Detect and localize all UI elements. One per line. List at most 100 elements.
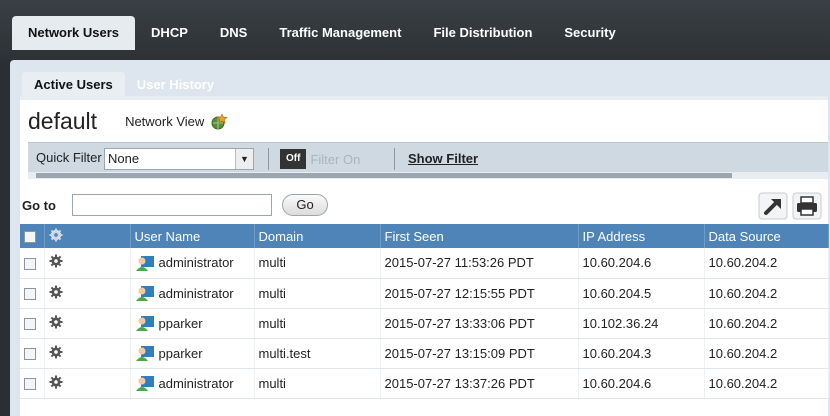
table-row[interactable]: administrator multi 2015-07-27 12:15:55 PD… <box>20 278 829 309</box>
row-actions-cell <box>44 308 131 339</box>
row-checkbox[interactable] <box>24 257 36 270</box>
user-name-cell: pparker <box>130 338 255 369</box>
gear-icon[interactable] <box>49 228 63 242</box>
select-all-column <box>20 224 45 248</box>
separator <box>394 148 395 170</box>
row-actions-cell <box>44 368 131 399</box>
gear-icon[interactable] <box>49 254 63 268</box>
network-view-label: Network View <box>125 114 205 129</box>
domain-cell: multi.test <box>254 338 381 369</box>
quick-filter-value: None <box>108 151 140 166</box>
tab-dns[interactable]: DNS <box>204 16 263 50</box>
column-first-seen[interactable]: First Seen <box>380 224 579 248</box>
row-select-cell <box>20 338 45 369</box>
chevron-down-icon[interactable]: ▼ <box>235 149 253 169</box>
scrollbar-thumb[interactable] <box>36 173 732 178</box>
page-title: default <box>28 108 98 134</box>
table-row[interactable]: administrator multi 2015-07-27 11:53:26 PD… <box>20 248 829 279</box>
user-icon <box>135 255 154 271</box>
filter-on-state[interactable]: Filter On <box>306 152 360 167</box>
first-seen-cell: 2015-07-27 13:37:26 PDT <box>380 368 579 399</box>
data-source-cell: 10.60.204.2 <box>704 278 829 309</box>
first-seen-cell: 2015-07-27 13:15:09 PDT <box>380 338 579 369</box>
table-header: User Name Domain First Seen IP Address D… <box>20 224 829 248</box>
domain-cell: multi <box>254 248 381 279</box>
goto-label: Go to <box>22 198 56 213</box>
tab-network-users[interactable]: Network Users <box>12 16 136 50</box>
ip-address-cell: 10.102.36.24 <box>578 308 705 339</box>
column-user-name[interactable]: User Name <box>130 224 255 248</box>
active-users-pane: default Network View Quick Filter None ▼… <box>20 100 829 416</box>
row-actions-cell <box>44 248 131 279</box>
goto-input[interactable] <box>72 194 272 216</box>
filter-off-state[interactable]: Off <box>280 149 307 169</box>
user-name-cell: administrator <box>130 248 255 279</box>
title-row: default Network View <box>28 108 229 135</box>
select-all-checkbox[interactable] <box>24 231 36 244</box>
user-icon <box>135 286 154 301</box>
ip-address-cell: 10.60.204.6 <box>578 248 705 279</box>
column-data-source[interactable]: Data Source <box>704 224 829 248</box>
table-row[interactable]: administrator multi 2015-07-27 13:37:26 PD… <box>20 368 829 399</box>
quick-filter-select[interactable]: None ▼ <box>104 148 254 170</box>
top-navigation: Network Users DHCP DNS Traffic Managemen… <box>0 0 830 60</box>
gear-icon[interactable] <box>49 375 63 389</box>
user-name: administrator <box>158 375 234 391</box>
row-checkbox[interactable] <box>24 378 36 391</box>
domain-cell: multi <box>254 278 381 309</box>
gear-icon[interactable] <box>49 285 63 299</box>
data-source-cell: 10.60.204.2 <box>704 248 829 279</box>
go-button[interactable]: Go <box>282 194 328 216</box>
separator <box>268 148 269 170</box>
table-row[interactable]: pparker multi 2015-07-27 13:33:06 PDT 10.10… <box>20 308 829 339</box>
table-row[interactable]: pparker multi.test 2015-07-27 13:15:09 PDT… <box>20 338 829 369</box>
first-seen-cell: 2015-07-27 13:33:06 PDT <box>380 308 579 339</box>
tab-security[interactable]: Security <box>548 16 631 50</box>
tab-user-history[interactable]: User History <box>125 72 226 98</box>
first-seen-cell: 2015-07-27 12:15:55 PDT <box>380 278 579 309</box>
user-icon <box>135 376 154 391</box>
filter-toggle[interactable]: Off Filter On <box>280 149 360 169</box>
ip-address-cell: 10.60.204.5 <box>578 278 705 309</box>
data-source-cell: 10.60.204.2 <box>704 308 829 339</box>
sub-tabs: Active Users User History <box>22 72 226 98</box>
first-seen-cell: 2015-07-27 11:53:26 PDT <box>380 248 579 279</box>
row-checkbox[interactable] <box>24 288 36 301</box>
gear-icon[interactable] <box>49 345 63 359</box>
data-source-cell: 10.60.204.2 <box>704 338 829 369</box>
row-actions-cell <box>44 338 131 369</box>
actions-column <box>44 224 131 248</box>
quick-filter-label: Quick Filter <box>36 150 102 165</box>
gear-icon[interactable] <box>49 315 63 329</box>
row-actions-cell <box>44 278 131 309</box>
row-select-cell <box>20 308 45 339</box>
domain-cell: multi <box>254 368 381 399</box>
show-filter-link[interactable]: Show Filter <box>408 151 478 166</box>
tab-file-distribution[interactable]: File Distribution <box>417 16 548 50</box>
user-icon <box>135 316 154 331</box>
content-panel: Active Users User History default Networ… <box>10 60 830 416</box>
print-icon[interactable] <box>792 192 822 220</box>
row-select-cell <box>20 278 45 309</box>
user-name-cell: pparker <box>130 308 255 339</box>
ip-address-cell: 10.60.204.6 <box>578 368 705 399</box>
user-name: administrator <box>158 285 234 301</box>
user-icon <box>135 346 154 361</box>
ip-address-cell: 10.60.204.3 <box>578 338 705 369</box>
globe-star-icon[interactable] <box>210 112 229 131</box>
row-checkbox[interactable] <box>24 348 36 361</box>
user-name: pparker <box>158 345 203 361</box>
column-ip-address[interactable]: IP Address <box>578 224 705 248</box>
domain-cell: multi <box>254 308 381 339</box>
column-domain[interactable]: Domain <box>254 224 381 248</box>
active-users-table: User Name Domain First Seen IP Address D… <box>20 224 829 399</box>
data-source-cell: 10.60.204.2 <box>704 368 829 399</box>
tab-dhcp[interactable]: DHCP <box>135 16 204 50</box>
user-name: administrator <box>158 255 234 271</box>
row-checkbox[interactable] <box>24 318 36 331</box>
tab-active-users[interactable]: Active Users <box>22 72 125 98</box>
row-select-cell <box>20 368 45 399</box>
export-arrow-icon[interactable] <box>758 192 788 220</box>
user-name-cell: administrator <box>130 278 255 309</box>
tab-traffic-management[interactable]: Traffic Management <box>263 16 417 50</box>
